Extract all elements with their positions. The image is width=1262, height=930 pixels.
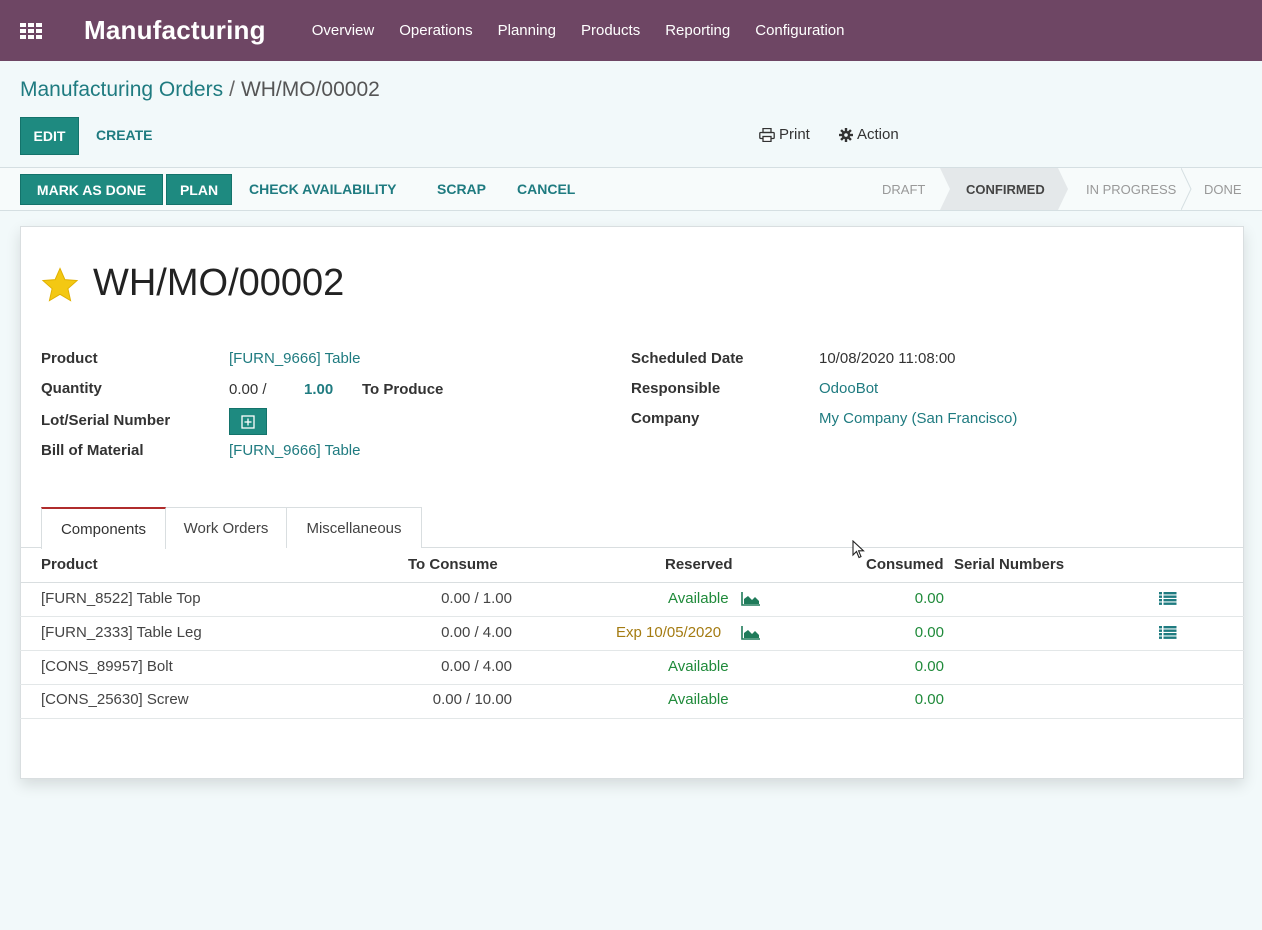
stage-confirmed[interactable]: CONFIRMED: [940, 168, 1068, 210]
row-reserved: Available: [668, 691, 729, 708]
favorite-star-icon[interactable]: [41, 266, 79, 304]
responsible-label: Responsible: [631, 380, 721, 397]
breadcrumb-separator: /: [229, 78, 235, 101]
table-row[interactable]: [20, 685, 1244, 719]
stage-pipeline: DRAFT CONFIRMED IN PROGRESS DONE: [864, 168, 1262, 210]
mouse-cursor-icon: [852, 540, 865, 559]
tab-components[interactable]: Components: [41, 507, 166, 549]
row-product: [FURN_2333] Table Leg: [41, 624, 202, 641]
gear-icon: [839, 127, 853, 142]
row-to-consume: 0.00 / 1.00: [441, 590, 512, 607]
table-row[interactable]: [20, 651, 1244, 685]
stage-divider-icon: [1181, 168, 1192, 210]
edit-button[interactable]: EDIT: [20, 117, 79, 155]
mark-as-done-button[interactable]: MARK AS DONE: [20, 174, 163, 205]
product-label: Product: [41, 350, 98, 367]
quantity-done: 0.00 /: [229, 381, 267, 398]
quantity-label: Quantity: [41, 380, 102, 397]
record-title: WH/MO/00002: [93, 262, 345, 304]
action-dropdown[interactable]: Action: [839, 126, 899, 143]
tab-work-orders[interactable]: Work Orders: [166, 507, 287, 548]
company-label: Company: [631, 410, 700, 427]
app-name[interactable]: Manufacturing: [84, 15, 266, 46]
scrap-button[interactable]: SCRAP: [437, 181, 486, 197]
menu-products[interactable]: Products: [581, 22, 640, 39]
row-consumed: 0.00: [914, 658, 944, 675]
detailed-operations-icon[interactable]: [1159, 626, 1177, 639]
menu-overview[interactable]: Overview: [312, 22, 375, 39]
breadcrumb-current: WH/MO/00002: [240, 78, 380, 101]
company-value[interactable]: My Company (San Francisco): [819, 410, 1017, 427]
print-icon: [759, 127, 775, 142]
action-label: Action: [857, 126, 899, 143]
tab-miscellaneous[interactable]: Miscellaneous: [287, 507, 422, 548]
plus-square-icon: [241, 414, 255, 429]
quantity-suffix: To Produce: [362, 381, 444, 398]
row-reserved: Available: [668, 590, 729, 607]
row-product: [CONS_25630] Screw: [41, 691, 189, 708]
row-consumed: 0.00: [914, 624, 944, 641]
menu-configuration[interactable]: Configuration: [755, 22, 844, 39]
lot-serial-button[interactable]: [229, 408, 267, 435]
row-reserved: Exp 10/05/2020: [616, 624, 722, 641]
row-product: [FURN_8522] Table Top: [41, 590, 201, 607]
header-reserved[interactable]: Reserved: [665, 556, 733, 573]
header-product[interactable]: Product: [41, 556, 98, 573]
breadcrumb: Manufacturing Orders / WH/MO/00002: [20, 78, 380, 102]
quantity-to-produce: 1.00: [304, 381, 334, 398]
stage-draft-label: DRAFT: [882, 181, 926, 197]
row-consumed: 0.00: [914, 691, 944, 708]
menu-operations[interactable]: Operations: [399, 22, 472, 39]
stage-in-progress[interactable]: IN PROGRESS: [1058, 168, 1192, 210]
row-product: [CONS_89957] Bolt: [41, 658, 173, 675]
cancel-button[interactable]: CANCEL: [517, 181, 575, 197]
main-menu: Overview Operations Planning Products Re…: [312, 22, 870, 39]
check-availability-button[interactable]: CHECK AVAILABILITY: [249, 181, 397, 197]
bom-label: Bill of Material: [41, 442, 144, 459]
print-dropdown[interactable]: Print: [759, 126, 810, 143]
scheduled-date-label: Scheduled Date: [631, 350, 744, 367]
row-to-consume: 0.00 / 4.00: [441, 624, 512, 641]
scheduled-date-value: 10/08/2020 11:08:00: [819, 350, 956, 367]
stage-in-progress-label: IN PROGRESS: [1086, 181, 1177, 197]
breadcrumb-parent[interactable]: Manufacturing Orders: [20, 78, 223, 101]
table-row[interactable]: [20, 583, 1244, 617]
row-consumed: 0.00: [914, 590, 944, 607]
print-label: Print: [779, 126, 810, 143]
detailed-operations-icon[interactable]: [1159, 592, 1177, 605]
header-to-consume[interactable]: To Consume: [408, 556, 498, 573]
top-navbar: Manufacturing Overview Operations Planni…: [0, 0, 1262, 61]
stage-done-label: DONE: [1204, 181, 1242, 197]
header-serial-numbers[interactable]: Serial Numbers: [954, 556, 1064, 573]
lot-serial-label: Lot/Serial Number: [41, 412, 171, 429]
stage-draft[interactable]: DRAFT: [864, 168, 950, 210]
product-value[interactable]: [FURN_9666] Table: [229, 350, 360, 367]
forecast-chart-icon[interactable]: [741, 626, 761, 640]
plan-button[interactable]: PLAN: [166, 174, 232, 205]
forecast-chart-icon[interactable]: [741, 592, 761, 606]
responsible-value[interactable]: OdooBot: [819, 380, 878, 397]
row-to-consume: 0.00 / 4.00: [441, 658, 512, 675]
bom-value[interactable]: [FURN_9666] Table: [229, 442, 360, 459]
menu-reporting[interactable]: Reporting: [665, 22, 730, 39]
apps-menu-icon[interactable]: [20, 22, 42, 39]
row-to-consume: 0.00 / 10.00: [432, 691, 512, 708]
menu-planning[interactable]: Planning: [498, 22, 556, 39]
create-button[interactable]: CREATE: [96, 127, 153, 143]
header-consumed[interactable]: Consumed: [866, 556, 944, 573]
stage-confirmed-label: CONFIRMED: [966, 181, 1045, 197]
row-reserved: Available: [668, 658, 729, 675]
stage-done[interactable]: DONE: [1182, 168, 1262, 210]
